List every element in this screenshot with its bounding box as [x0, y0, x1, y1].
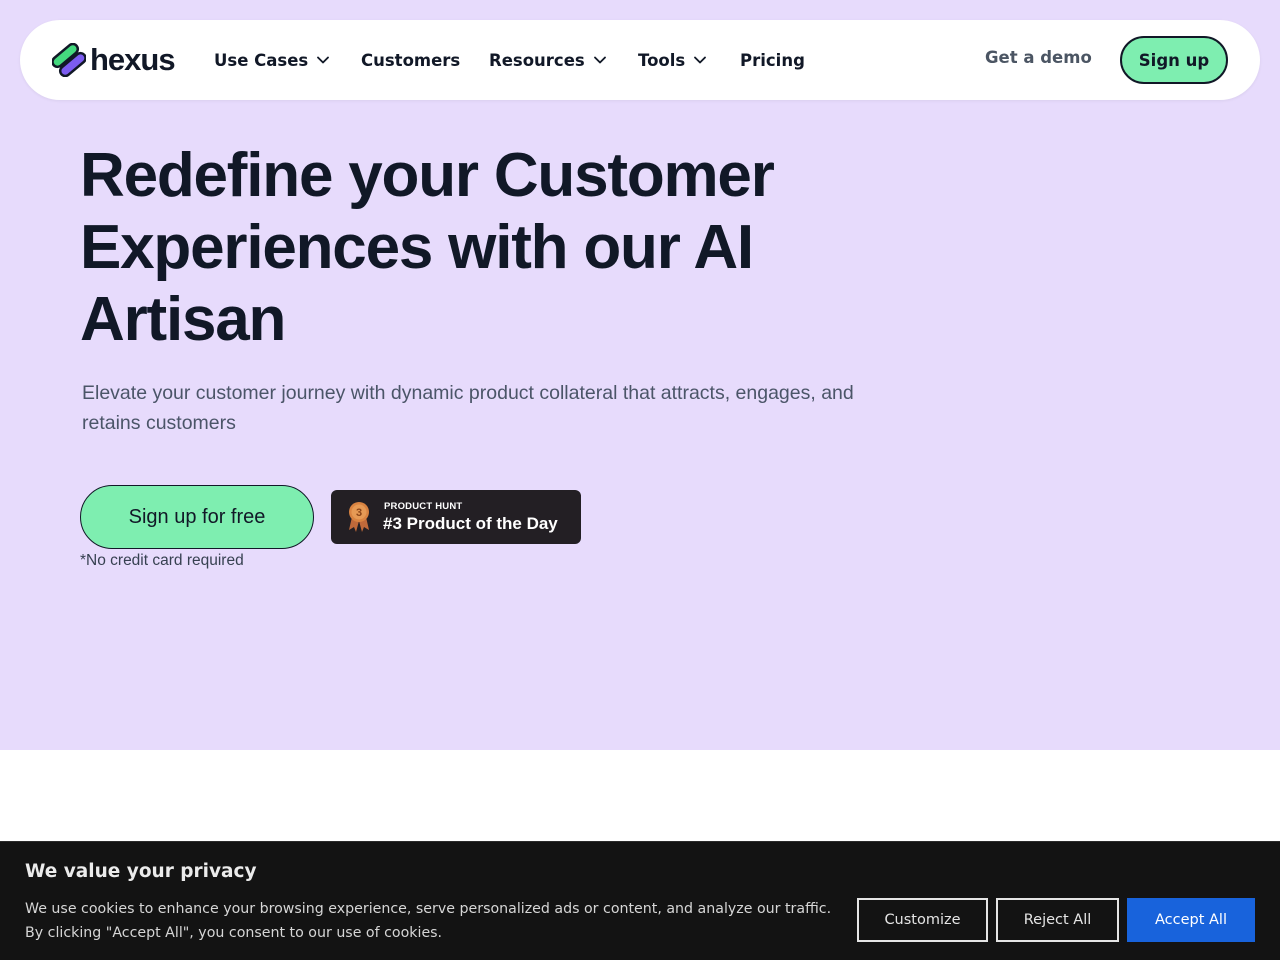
nav-resources-label: Resources — [489, 50, 585, 70]
get-demo-link[interactable]: Get a demo — [985, 48, 1092, 67]
nav-pricing[interactable]: Pricing — [740, 48, 805, 72]
nav-customers-label: Customers — [361, 50, 461, 70]
cookie-consent-banner: We value your privacy We use cookies to … — [0, 841, 1280, 960]
logo-wordmark: hexus — [90, 42, 176, 77]
reject-all-button[interactable]: Reject All — [996, 898, 1119, 942]
chevron-down-icon — [317, 56, 330, 64]
accept-all-button[interactable]: Accept All — [1127, 898, 1255, 942]
nav-tools[interactable]: Tools — [638, 48, 707, 72]
top-navbar: hexus Use Cases Customers Resources Tool… — [20, 20, 1260, 100]
hero-headline: Redefine your Customer Experiences with … — [80, 141, 775, 354]
chevron-down-icon — [593, 56, 606, 64]
hero-subheadline: Elevate your customer journey with dynam… — [82, 382, 854, 434]
signup-button[interactable]: Sign up — [1120, 36, 1228, 84]
nav-customers[interactable]: Customers — [361, 48, 460, 72]
cookie-banner-title: We value your privacy — [25, 861, 257, 882]
product-hunt-eyebrow: PRODUCT HUNT — [384, 501, 463, 512]
nav-use-cases[interactable]: Use Cases — [214, 48, 330, 72]
logo-link[interactable]: hexus — [52, 42, 176, 78]
medal-rank-text: 3 — [356, 507, 362, 519]
product-hunt-title: #3 Product of the Day — [383, 514, 558, 533]
no-credit-card-note: *No credit card required — [80, 552, 244, 569]
signup-free-button[interactable]: Sign up for free — [80, 485, 314, 549]
nav-pricing-label: Pricing — [740, 50, 805, 70]
hero-section: hexus Use Cases Customers Resources Tool… — [0, 0, 1280, 750]
cookie-banner-text: We use cookies to enhance your browsing … — [25, 901, 832, 941]
chevron-down-icon — [694, 56, 707, 64]
bronze-medal-icon: 3 — [349, 502, 369, 532]
product-hunt-badge[interactable]: 3 PRODUCT HUNT #3 Product of the Day — [331, 490, 581, 544]
nav-resources[interactable]: Resources — [489, 48, 606, 72]
nav-use-cases-label: Use Cases — [214, 50, 309, 70]
customize-button[interactable]: Customize — [857, 898, 988, 942]
nav-tools-label: Tools — [638, 50, 686, 70]
hexus-logo-icon — [52, 43, 86, 77]
